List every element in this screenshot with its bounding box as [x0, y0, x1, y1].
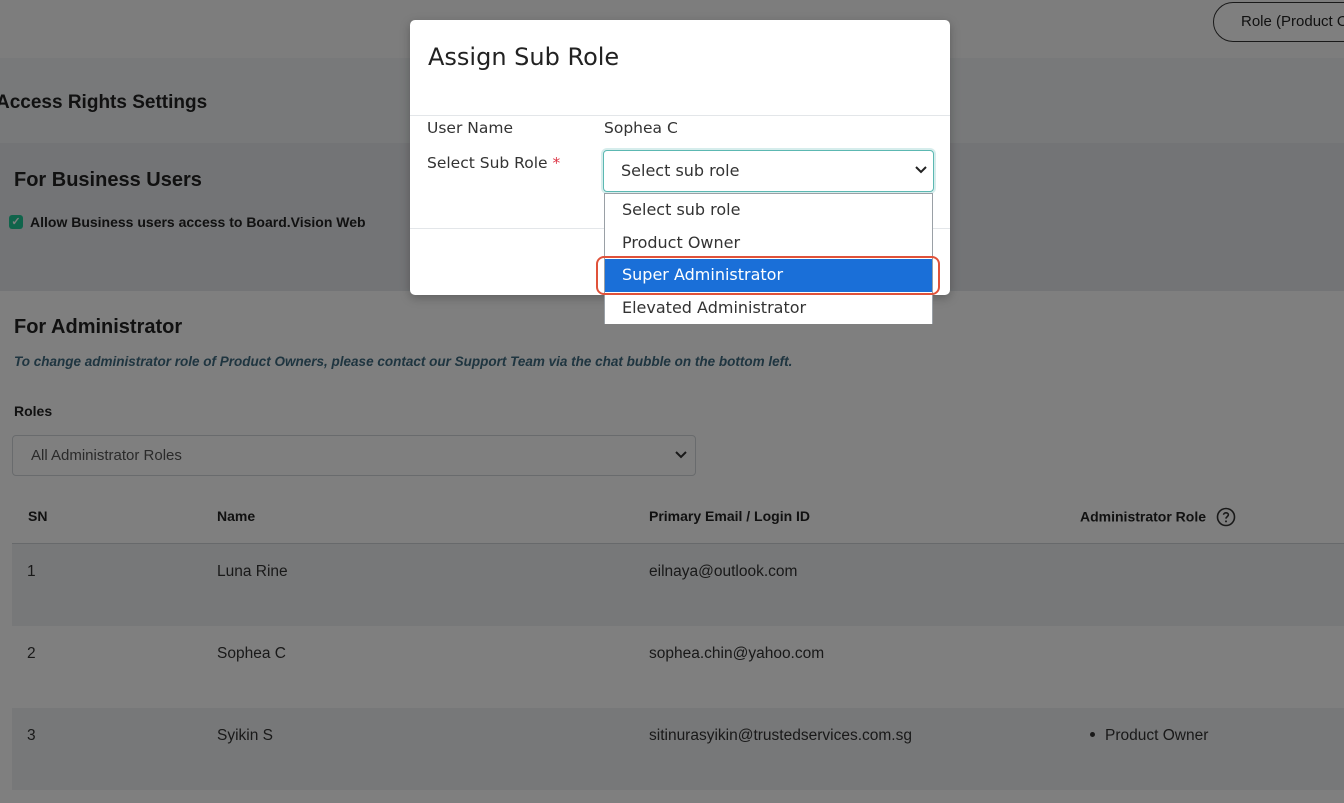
option-select-sub-role[interactable]: Select sub role	[605, 194, 932, 227]
sub-role-select[interactable]: Select sub role	[603, 150, 934, 192]
chevron-down-icon	[915, 166, 927, 174]
user-name-value: Sophea C	[604, 119, 678, 137]
modal-header-divider	[410, 115, 950, 116]
option-product-owner[interactable]: Product Owner	[605, 227, 932, 260]
sub-role-select-value: Select sub role	[621, 161, 740, 180]
sub-role-dropdown-list: Select sub role Product Owner Super Admi…	[604, 193, 933, 324]
required-mark: *	[552, 154, 561, 172]
sub-role-label: Select Sub Role *	[427, 154, 560, 172]
user-name-label: User Name	[427, 119, 513, 137]
modal-title: Assign Sub Role	[428, 43, 620, 71]
sub-role-label-text: Select Sub Role	[427, 154, 548, 172]
option-elevated-administrator[interactable]: Elevated Administrator	[605, 292, 932, 325]
option-super-administrator[interactable]: Super Administrator	[605, 259, 932, 292]
